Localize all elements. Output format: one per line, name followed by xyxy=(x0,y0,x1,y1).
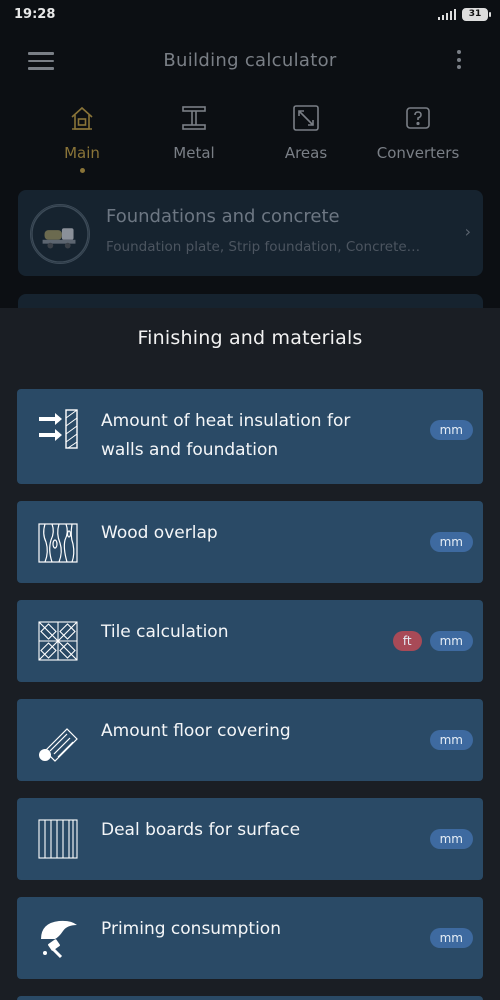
tab-main[interactable]: Main xyxy=(26,104,138,173)
status-icons: 31 xyxy=(437,7,491,21)
tab-converters-label: Converters xyxy=(376,144,460,162)
floor-roll-icon xyxy=(39,728,78,762)
next-item-peek xyxy=(17,996,483,1000)
unit-badges: mm xyxy=(429,532,473,552)
item-priming-consumption[interactable]: Priming consumption mm xyxy=(17,897,483,979)
item-priming-consumption-label: Priming consumption xyxy=(101,919,281,939)
tab-areas-label: Areas xyxy=(284,144,328,162)
bottom-sheet: Finishing and materials Amount of heat i… xyxy=(0,308,500,1000)
app-title: Building calculator xyxy=(163,50,337,71)
tab-areas[interactable]: Areas xyxy=(250,104,362,162)
active-tab-indicator xyxy=(79,168,85,173)
battery-icon: 31 xyxy=(462,7,491,21)
battery-level: 31 xyxy=(468,9,482,19)
badge-mm[interactable]: mm xyxy=(429,829,473,849)
expand-arrows-icon xyxy=(293,105,319,131)
item-floor-covering[interactable]: Amount floor covering mm xyxy=(17,699,483,781)
badge-mm[interactable]: mm xyxy=(429,730,473,750)
item-floor-covering-label: Amount floor covering xyxy=(101,721,291,741)
heat-insulation-icon xyxy=(39,409,78,449)
unit-badges: mm xyxy=(429,829,473,849)
foundations-card[interactable]: Foundations and concrete Foundation plat… xyxy=(18,190,483,276)
boards-icon xyxy=(38,819,78,859)
tab-converters[interactable]: Converters xyxy=(362,104,474,162)
unit-badges: mm xyxy=(429,928,473,948)
item-heat-insulation[interactable]: Amount of heat insulation for walls and … xyxy=(17,389,483,484)
badge-mm[interactable]: mm xyxy=(429,532,473,552)
unit-badges: mm xyxy=(429,730,473,750)
item-heat-insulation-label: Amount of heat insulation for walls and … xyxy=(101,411,351,460)
status-bar: 19:28 31 xyxy=(0,0,500,28)
chevron-right-icon: › xyxy=(464,222,471,241)
foundations-subtitle: Foundation plate, Strip foundation, Conc… xyxy=(106,239,421,255)
primer-brush-icon xyxy=(41,920,77,959)
badge-ft[interactable]: ft xyxy=(392,631,422,651)
tab-bar: Main Metal Areas Converters xyxy=(0,104,500,184)
item-tile-calculation-label: Tile calculation xyxy=(101,622,229,642)
main-screen-dimmed: Building calculator Main Metal Areas Con… xyxy=(0,28,500,314)
signal-icon xyxy=(437,8,456,20)
unit-badges: ft mm xyxy=(392,631,473,651)
badge-mm[interactable]: mm xyxy=(429,631,473,651)
more-vertical-icon[interactable] xyxy=(454,50,464,74)
item-deal-boards-label: Deal boards for surface xyxy=(101,820,301,840)
badge-mm[interactable]: mm xyxy=(429,420,473,440)
item-wood-overlap-label: Wood overlap xyxy=(101,523,218,543)
app-bar: Building calculator xyxy=(0,28,500,94)
house-icon xyxy=(71,106,93,130)
tab-main-label: Main xyxy=(64,144,100,162)
concrete-mixer-icon xyxy=(30,204,90,264)
foundations-title: Foundations and concrete xyxy=(106,206,340,227)
sheet-title: Finishing and materials xyxy=(137,327,363,349)
item-wood-overlap[interactable]: Wood overlap mm xyxy=(17,501,483,583)
tile-pattern-icon xyxy=(38,621,78,661)
i-beam-icon xyxy=(182,106,206,130)
convert-icon xyxy=(406,107,430,129)
wood-grain-icon xyxy=(38,523,78,563)
unit-badges: mm xyxy=(429,420,473,440)
status-time: 19:28 xyxy=(14,6,56,22)
tab-metal[interactable]: Metal xyxy=(138,104,250,162)
badge-mm[interactable]: mm xyxy=(429,928,473,948)
item-tile-calculation[interactable]: Tile calculation ft mm xyxy=(17,600,483,682)
tab-metal-label: Metal xyxy=(173,144,215,162)
item-deal-boards[interactable]: Deal boards for surface mm xyxy=(17,798,483,880)
